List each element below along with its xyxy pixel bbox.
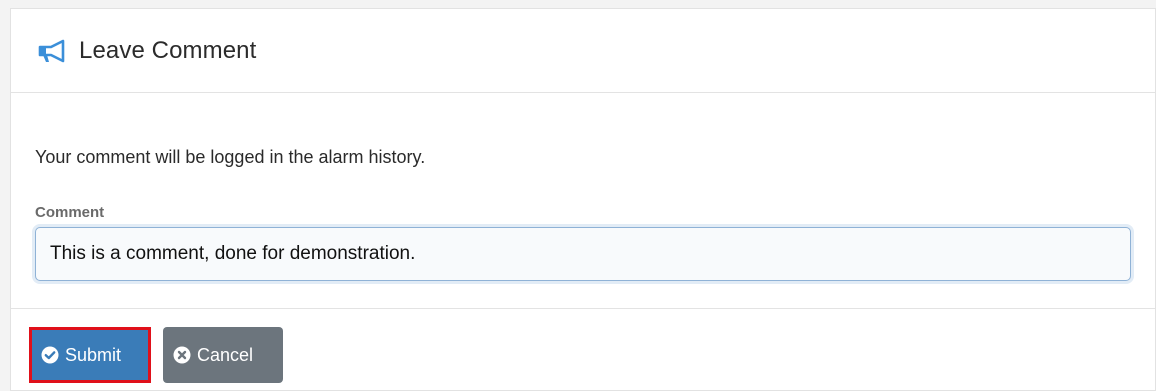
times-circle-icon: [173, 346, 191, 364]
submit-label: Submit: [65, 344, 122, 365]
cancel-button[interactable]: Cancel: [163, 327, 283, 383]
cancel-label: Cancel: [197, 344, 254, 365]
comment-input[interactable]: [35, 227, 1131, 281]
panel-body: Your comment will be logged in the alarm…: [11, 93, 1155, 309]
leave-comment-panel: Leave Comment Your comment will be logge…: [10, 8, 1156, 391]
panel-footer: Submit Cancel: [11, 309, 1155, 390]
panel-header: Leave Comment: [11, 9, 1155, 93]
submit-button[interactable]: Submit: [29, 327, 151, 383]
comment-label: Comment: [35, 204, 105, 221]
check-circle-icon: [41, 346, 59, 364]
megaphone-icon: [37, 39, 67, 63]
description-text: Your comment will be logged in the alarm…: [35, 147, 426, 167]
panel-title: Leave Comment: [79, 36, 257, 64]
